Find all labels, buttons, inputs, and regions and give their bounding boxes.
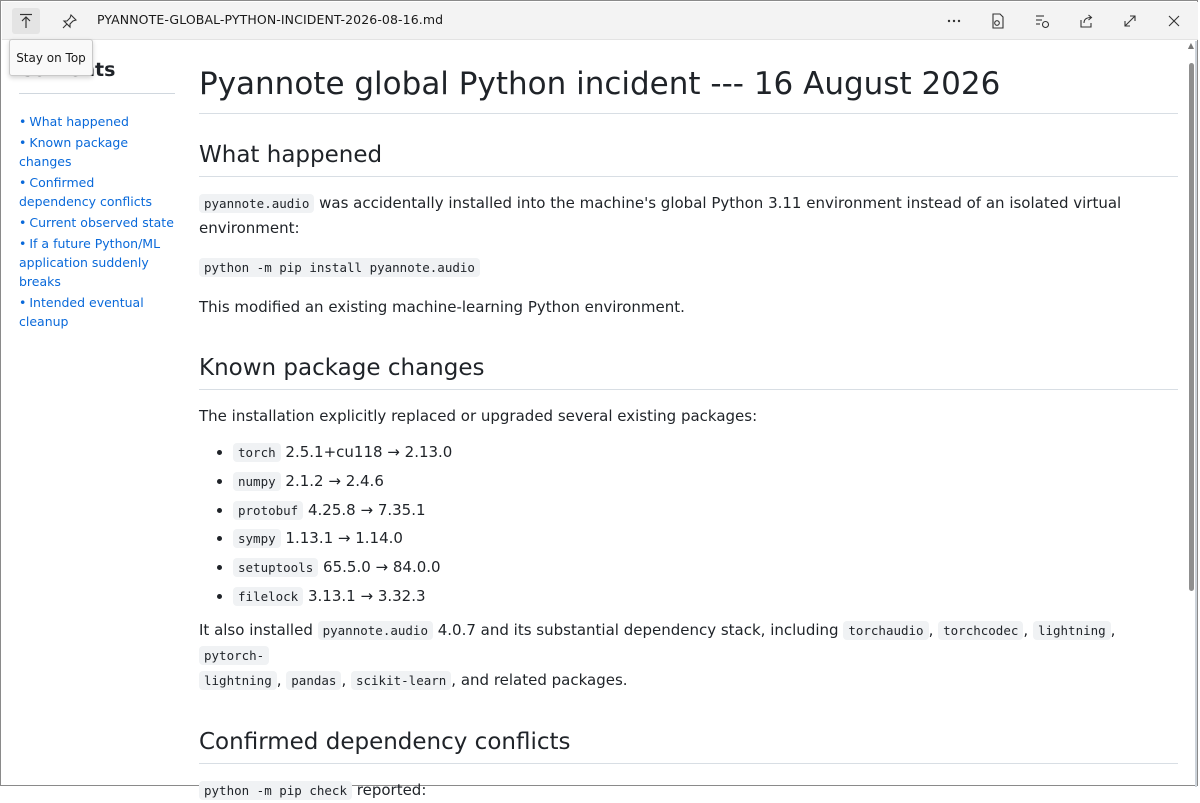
- list-item: protobuf 4.25.8 → 7.35.1: [233, 499, 1178, 522]
- toc-item-label: Current observed state: [29, 215, 174, 230]
- toc-item-intended-cleanup[interactable]: • Intended eventual cleanup: [19, 293, 175, 331]
- package-name: numpy: [233, 471, 281, 491]
- paragraph-text: It also installed: [199, 620, 318, 639]
- inline-code: lightning: [199, 670, 277, 690]
- paragraph-text: reported:: [352, 780, 427, 799]
- stay-on-top-tooltip: Stay on Top: [9, 39, 93, 76]
- inline-code: pandas: [286, 670, 342, 690]
- window-edge: [1195, 41, 1197, 787]
- toc-list: • What happened • Known package changes • C…: [19, 112, 175, 331]
- toc-item-label: If a future Python/ML application sudden…: [19, 236, 161, 289]
- package-change: 65.5.0 → 84.0.0: [323, 558, 441, 577]
- inline-code: pyannote.audio: [317, 620, 433, 640]
- command-code: python -m pip install pyannote.audio: [199, 258, 480, 277]
- toc-item-future-breaks[interactable]: • If a future Python/ML application sudde…: [19, 234, 175, 291]
- vertical-scrollbar[interactable]: ▲: [1188, 41, 1194, 785]
- package-name: torch: [233, 443, 281, 462]
- file-title: PYANNOTE-GLOBAL-PYTHON-INCIDENT-2026-08-…: [97, 12, 444, 27]
- package-changes-list: torch 2.5.1+cu118 → 2.13.0 numpy 2.1.2 →…: [199, 441, 1178, 608]
- package-name: filelock: [233, 586, 304, 606]
- package-change: 3.13.1 → 3.32.3: [308, 586, 426, 605]
- toc-item-label: Confirmed dependency conflicts: [19, 175, 153, 209]
- heading-confirmed-dependency-conflicts: Confirmed dependency conflicts: [199, 727, 1178, 764]
- paragraph-package-intro: The installation explicitly replaced or …: [199, 407, 758, 425]
- scroll-up-arrow-icon[interactable]: ▲: [1188, 41, 1194, 50]
- toc-item-what-happened[interactable]: • What happened: [19, 112, 175, 131]
- search-doc-icon[interactable]: [1028, 8, 1056, 34]
- document-title: Pyannote global Python incident --- 16 A…: [199, 59, 1178, 114]
- paragraph-text: ,: [276, 670, 287, 689]
- package-name: setuptools: [233, 558, 319, 578]
- paragraph-text: ,: [1023, 620, 1033, 639]
- paragraph-text: was accidentally installed into the mach…: [199, 194, 1122, 237]
- document-body: Pyannote global Python incident --- 16 A…: [199, 59, 1178, 803]
- more-icon[interactable]: [940, 8, 968, 34]
- toc-item-current-observed-state[interactable]: • Current observed state: [19, 213, 175, 232]
- paragraph-modified-env: This modified an existing machine-learni…: [199, 298, 685, 316]
- list-item: sympy 1.13.1 → 1.14.0: [233, 527, 1178, 550]
- contents-sidebar: Contents •What happened •Known package c…: [19, 59, 175, 333]
- command-code: python -m pip check: [199, 780, 352, 800]
- inline-code: scikit-learn: [350, 670, 452, 690]
- list-item: filelock 3.13.1 → 3.32.3: [233, 585, 1178, 608]
- inline-code: pyannote.audio: [199, 194, 315, 213]
- package-change: 1.13.1 → 1.14.0: [285, 529, 403, 548]
- package-name: protobuf: [233, 500, 304, 520]
- package-change: 2.1.2 → 2.4.6: [285, 471, 384, 490]
- list-item: numpy 2.1.2 → 2.4.6: [233, 470, 1178, 493]
- title-bar: PYANNOTE-GLOBAL-PYTHON-INCIDENT-2026-08-…: [2, 2, 1198, 40]
- toc-item-label: Known package changes: [19, 135, 129, 169]
- command-line: python -m pip install pyannote.audio: [199, 255, 1178, 280]
- paragraph-text: ,: [1110, 620, 1116, 639]
- list-item: setuptools 65.5.0 → 84.0.0: [233, 556, 1178, 579]
- paragraph-pip-check: python -m pip check reported:: [199, 778, 1178, 803]
- toc-item-confirmed-dependency-conflicts[interactable]: • Confirmed dependency conflicts: [19, 173, 175, 211]
- inline-code: torchcodec: [938, 620, 1024, 640]
- paragraph-text: 4.0.7 and its substantial dependency sta…: [432, 620, 844, 639]
- inline-code: torchaudio: [843, 620, 929, 640]
- read-aloud-icon[interactable]: [983, 8, 1011, 34]
- close-icon[interactable]: [1160, 8, 1188, 34]
- stay-on-top-icon[interactable]: [12, 8, 40, 34]
- paragraph-text: ,: [928, 620, 939, 639]
- pin-icon[interactable]: [55, 8, 83, 34]
- toc-item-known-package-changes[interactable]: • Known package changes: [19, 133, 175, 171]
- paragraph-dependency-stack: It also installed pyannote.audio 4.0.7 a…: [199, 618, 1178, 693]
- toc-item-label: What happened: [29, 114, 129, 129]
- paragraph-text: , and related packages.: [451, 670, 628, 689]
- paragraph-install-note: pyannote.audio was accidentally installe…: [199, 191, 1178, 240]
- paragraph-text: ,: [341, 670, 351, 689]
- package-name: sympy: [233, 529, 281, 549]
- toc-item-label: Intended eventual cleanup: [19, 295, 144, 329]
- inline-code: lightning: [1032, 620, 1111, 640]
- list-item: torch 2.5.1+cu118 → 2.13.0: [233, 441, 1178, 464]
- heading-what-happened: What happened: [199, 140, 1178, 177]
- inline-code: pytorch-: [199, 645, 270, 665]
- heading-known-package-changes: Known package changes: [199, 353, 1178, 390]
- share-icon[interactable]: [1072, 8, 1100, 34]
- package-change: 2.5.1+cu118 → 2.13.0: [285, 443, 453, 461]
- package-change: 4.25.8 → 7.35.1: [308, 500, 426, 519]
- scroll-thumb[interactable]: [1189, 63, 1194, 591]
- expand-icon[interactable]: [1116, 8, 1144, 34]
- viewer-window: PYANNOTE-GLOBAL-PYTHON-INCIDENT-2026-08-…: [0, 0, 1198, 800]
